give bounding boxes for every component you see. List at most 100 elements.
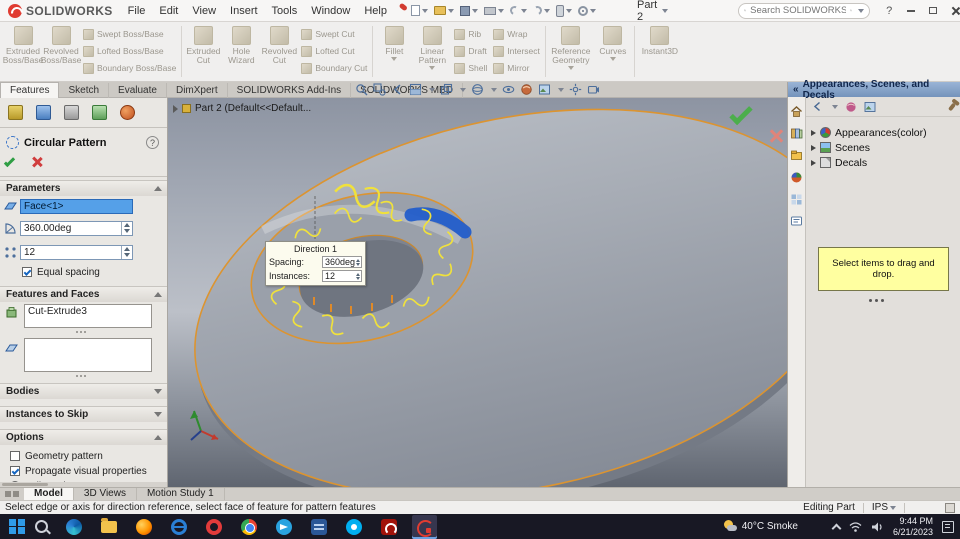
section-options[interactable]: Options — [0, 429, 167, 445]
undo-button[interactable] — [508, 4, 527, 17]
print-button[interactable] — [483, 6, 504, 15]
property-manager-tab-icon[interactable] — [36, 105, 51, 120]
instances-field[interactable]: 12 — [322, 270, 362, 282]
taskbar-app-telegram[interactable] — [272, 515, 297, 539]
expand-arrow-icon[interactable] — [811, 129, 816, 136]
taskbar-app-file-explorer[interactable] — [97, 515, 122, 539]
intersect-button[interactable]: Intersect — [493, 44, 540, 59]
boundary-boss-base-button[interactable]: Boundary Boss/Base — [83, 61, 176, 76]
geometry-pattern-checkbox[interactable] — [10, 451, 20, 461]
expand-arrow-icon[interactable] — [811, 159, 816, 166]
propagate-visual-properties-checkbox[interactable] — [10, 466, 20, 476]
extruded-cut-button[interactable]: Extruded Cut — [184, 22, 222, 81]
expand-arrow-icon[interactable] — [173, 104, 178, 113]
help-button[interactable]: ? — [878, 2, 900, 20]
reference-geometry-button[interactable]: Reference Geometry — [548, 22, 594, 81]
file-explorer-icon[interactable] — [790, 149, 803, 162]
tab-dimxpert[interactable]: DimXpert — [167, 83, 228, 99]
chevron-down-icon[interactable] — [429, 87, 435, 92]
menu-help[interactable]: Help — [357, 5, 394, 17]
equal-spacing-checkbox[interactable] — [22, 267, 32, 277]
menu-view[interactable]: View — [185, 5, 223, 17]
chevron-down-icon[interactable] — [890, 505, 896, 510]
notifications-icon[interactable] — [942, 520, 954, 533]
model-3d-view[interactable] — [168, 98, 787, 487]
tab-evaluate[interactable]: Evaluate — [109, 83, 167, 99]
boundary-cut-button[interactable]: Boundary Cut — [301, 61, 367, 76]
tree-item-decals[interactable]: Decals — [806, 155, 960, 170]
section-instances-to-skip[interactable]: Instances to Skip — [0, 406, 167, 422]
zoom-fit-icon[interactable] — [355, 83, 368, 96]
fillet-button[interactable]: Fillet — [375, 22, 413, 81]
tab-solidworks-add-ins[interactable]: SOLIDWORKS Add-Ins — [228, 83, 352, 99]
taskbar-app-opera[interactable] — [202, 515, 227, 539]
list-resize-grip[interactable] — [76, 375, 86, 377]
cancel-x-icon[interactable] — [31, 156, 42, 167]
display-manager-tab-icon[interactable] — [120, 105, 135, 120]
revolved-cut-button[interactable]: Revolved Cut — [260, 22, 298, 81]
redo-button[interactable] — [531, 4, 550, 17]
appearance-sphere-icon[interactable] — [845, 101, 857, 113]
taskbar-app-firefox[interactable] — [132, 515, 157, 539]
chevron-down-icon[interactable] — [491, 87, 497, 92]
rebuild-button[interactable] — [555, 4, 572, 17]
hole-wizard-button[interactable]: Hole Wizard — [222, 22, 260, 81]
home-icon[interactable] — [790, 105, 803, 118]
edit-appearance-icon[interactable] — [520, 83, 533, 96]
direction-reference-field[interactable]: Face<1> — [20, 198, 133, 214]
minimize-button[interactable] — [900, 2, 922, 20]
menu-file[interactable]: File — [121, 5, 153, 17]
configuration-manager-tab-icon[interactable] — [64, 105, 79, 120]
tree-item-appearances[interactable]: Appearances(color) — [806, 125, 960, 140]
faces-to-pattern-list[interactable] — [24, 338, 152, 372]
instances-spinner[interactable] — [356, 272, 361, 280]
taskbar-app-solidworks[interactable] — [411, 514, 437, 539]
taskbar-app-internet-explorer[interactable] — [167, 515, 192, 539]
rib-button[interactable]: Rib — [454, 27, 487, 42]
close-button[interactable] — [944, 2, 960, 20]
chevron-down-icon[interactable] — [558, 87, 564, 92]
taskbar-app-edge[interactable] — [62, 515, 87, 539]
maximize-button[interactable] — [922, 2, 944, 20]
pushpin-icon[interactable] — [947, 102, 957, 111]
list-item[interactable]: Cut-Extrude3 — [28, 306, 87, 317]
swept-boss-base-button[interactable]: Swept Boss/Base — [83, 27, 176, 42]
taskbar-app-word[interactable] — [307, 515, 332, 539]
mirror-button[interactable]: Mirror — [493, 61, 540, 76]
help-search[interactable] — [738, 2, 871, 19]
appearances-icon[interactable] — [790, 171, 803, 184]
feature-help-button[interactable]: ? — [146, 136, 159, 149]
custom-properties-icon[interactable] — [790, 193, 803, 206]
search-input[interactable] — [750, 5, 847, 16]
taskbar-app-chrome[interactable] — [237, 515, 262, 539]
swept-cut-button[interactable]: Swept Cut — [301, 27, 367, 42]
menu-window[interactable]: Window — [304, 5, 357, 17]
save-button[interactable] — [459, 5, 478, 16]
tab-3d-views[interactable]: 3D Views — [74, 488, 137, 500]
section-parameters[interactable]: Parameters — [0, 180, 167, 196]
viewport-feature-tree[interactable]: Part 2 (Default<<Default... — [173, 103, 311, 114]
section-bodies[interactable]: Bodies — [0, 383, 167, 399]
taskbar-search-icon[interactable] — [34, 520, 48, 533]
options-button[interactable] — [577, 5, 596, 16]
list-resize-grip[interactable] — [76, 331, 86, 333]
pin-menu-icon[interactable] — [395, 6, 401, 15]
ok-check-icon[interactable] — [3, 155, 16, 168]
tree-item-scenes[interactable]: Scenes — [806, 140, 960, 155]
chevron-down-icon[interactable] — [832, 104, 838, 109]
lofted-boss-base-button[interactable]: Lofted Boss/Base — [83, 44, 176, 59]
chevron-down-icon[interactable] — [460, 87, 466, 92]
tab-model[interactable]: Model — [24, 488, 74, 500]
camera-icon[interactable] — [587, 83, 600, 96]
chevron-up-icon[interactable] — [831, 523, 842, 533]
hide-show-items-icon[interactable] — [502, 83, 515, 96]
menu-insert[interactable]: Insert — [223, 5, 265, 17]
section-view-icon[interactable] — [409, 83, 422, 96]
graphics-area[interactable]: Part 2 (Default<<Default... Direction 1 … — [168, 98, 787, 487]
scroll-right-icon[interactable] — [13, 491, 19, 497]
spacing-field[interactable]: 360deg — [322, 256, 362, 268]
confirmation-cancel-icon[interactable] — [768, 128, 783, 143]
tab-motion-study-1[interactable]: Motion Study 1 — [137, 488, 225, 500]
menu-edit[interactable]: Edit — [152, 5, 185, 17]
view-orientation-icon[interactable] — [440, 83, 453, 96]
